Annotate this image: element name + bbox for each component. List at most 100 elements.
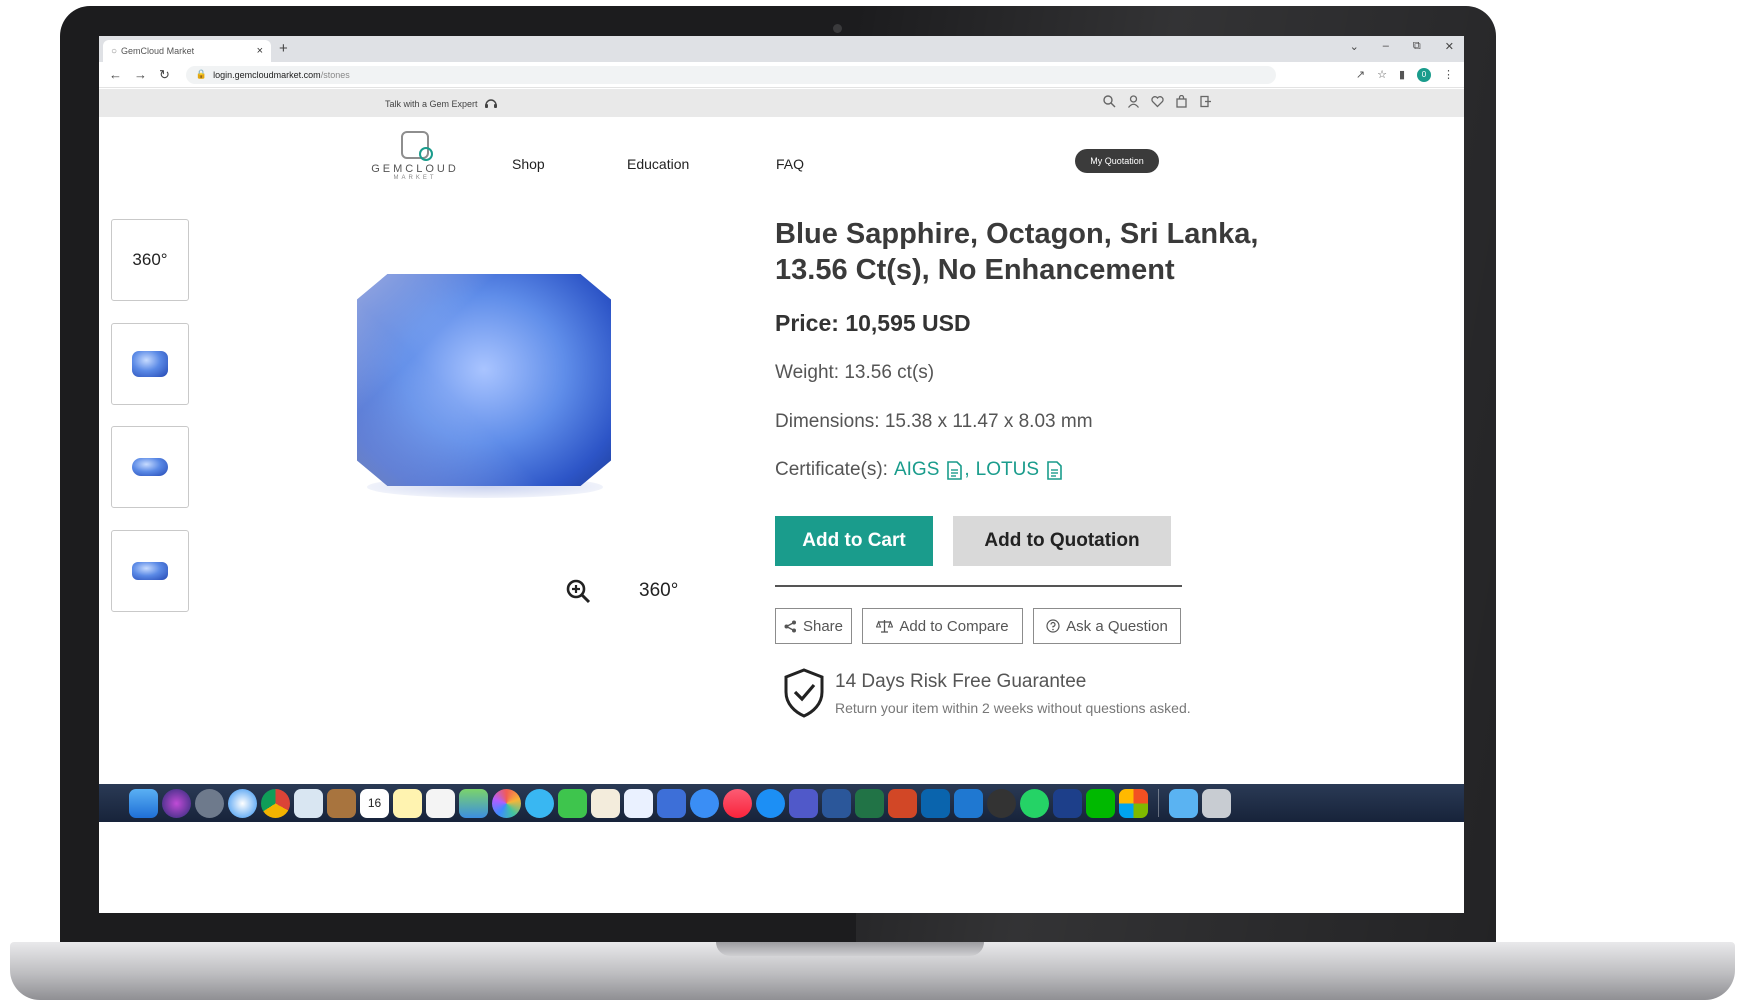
document-icon[interactable] bbox=[1047, 460, 1062, 480]
product-price: Price: 10,595 USD bbox=[775, 310, 971, 336]
thumbnail-end-view[interactable] bbox=[111, 530, 189, 612]
address-bar: ← → ↻ 🔒 login.gemcloudmarket.com /stones… bbox=[99, 62, 1464, 88]
launchpad-icon[interactable] bbox=[195, 788, 224, 818]
add-to-compare-label: Add to Compare bbox=[899, 617, 1009, 635]
add-to-cart-button[interactable]: Add to Cart bbox=[775, 516, 933, 566]
new-tab-button[interactable]: + bbox=[279, 40, 288, 57]
document-icon[interactable] bbox=[947, 460, 963, 480]
pages-icon[interactable] bbox=[591, 788, 620, 818]
notes-icon[interactable] bbox=[393, 788, 422, 818]
bookmark-star-icon[interactable]: ☆ bbox=[1377, 68, 1387, 81]
nav-faq[interactable]: FAQ bbox=[776, 156, 804, 172]
teams-icon[interactable] bbox=[789, 788, 818, 818]
certificates-line: Certificate(s): AIGS , LOTUS bbox=[775, 459, 1064, 481]
notebook-icon[interactable] bbox=[327, 788, 356, 818]
search-icon[interactable] bbox=[1103, 95, 1116, 108]
maps-icon[interactable] bbox=[459, 788, 488, 818]
user-icon[interactable] bbox=[1127, 95, 1140, 108]
headset-icon bbox=[484, 99, 497, 108]
browser-menu-icon[interactable]: ⋮ bbox=[1443, 68, 1454, 81]
gem-thumbnail-image bbox=[132, 351, 168, 377]
ask-question-button[interactable]: Ask a Question bbox=[1033, 608, 1181, 644]
close-window-icon[interactable]: ✕ bbox=[1445, 40, 1454, 53]
close-tab-icon[interactable]: × bbox=[257, 45, 263, 57]
chrome-icon[interactable] bbox=[261, 788, 290, 818]
nav-education[interactable]: Education bbox=[627, 156, 689, 172]
excel-icon[interactable] bbox=[855, 788, 884, 818]
share-icon bbox=[784, 620, 796, 632]
outlook-icon[interactable] bbox=[921, 788, 950, 818]
system-preferences-icon[interactable] bbox=[690, 788, 719, 818]
heart-icon[interactable] bbox=[1151, 95, 1164, 108]
site-navigation: GEMCLOUD MARKET Shop Education FAQ My Qu… bbox=[99, 117, 1464, 197]
gem-expert-label: Talk with a Gem Expert bbox=[385, 99, 478, 109]
trash-icon[interactable] bbox=[1202, 788, 1231, 818]
powerpoint-icon[interactable] bbox=[888, 788, 917, 818]
reminders-icon[interactable] bbox=[426, 788, 455, 818]
forward-arrow-icon[interactable]: → bbox=[134, 67, 147, 83]
thumbnail-top-view[interactable] bbox=[111, 323, 189, 405]
gem-thumbnail-image bbox=[132, 562, 168, 580]
microsoft-icon[interactable] bbox=[1119, 788, 1148, 818]
sidebar-icon[interactable]: ▮ bbox=[1399, 68, 1405, 81]
safari-icon[interactable] bbox=[228, 788, 257, 818]
minimize-icon[interactable]: – bbox=[1383, 40, 1389, 53]
gem-thumbnail-image bbox=[132, 458, 168, 476]
logout-icon[interactable] bbox=[1199, 95, 1212, 108]
messages-icon[interactable] bbox=[525, 788, 554, 818]
finder-icon[interactable] bbox=[129, 788, 158, 818]
site-top-strip: Talk with a Gem Expert bbox=[99, 89, 1464, 117]
restore-icon[interactable]: ⧉ bbox=[1413, 40, 1421, 53]
certificate-aigs-link[interactable]: AIGS bbox=[894, 459, 939, 481]
keynote-icon[interactable] bbox=[657, 788, 686, 818]
browser-tab[interactable]: ○ GemCloud Market × bbox=[103, 40, 271, 62]
gemcloud-logo[interactable]: GEMCLOUD MARKET bbox=[367, 131, 463, 181]
shopping-bag-icon[interactable] bbox=[1175, 95, 1188, 108]
dock-separator bbox=[1158, 789, 1159, 817]
share-button[interactable]: Share bbox=[775, 608, 852, 644]
product-weight: Weight: 13.56 ct(s) bbox=[775, 362, 935, 383]
add-to-compare-button[interactable]: Add to Compare bbox=[862, 608, 1023, 644]
view-360-button[interactable]: 360° bbox=[639, 580, 678, 602]
profile-avatar[interactable]: 0 bbox=[1417, 67, 1431, 82]
calendar-icon[interactable]: 16 bbox=[360, 788, 389, 818]
disk-utility-icon[interactable] bbox=[987, 788, 1016, 818]
downloads-folder-icon[interactable] bbox=[1169, 788, 1198, 818]
bluetooth-icon[interactable] bbox=[1053, 788, 1082, 818]
add-to-quotation-button[interactable]: Add to Quotation bbox=[953, 516, 1171, 566]
app-store-icon[interactable] bbox=[756, 788, 785, 818]
lock-icon: 🔒 bbox=[195, 69, 208, 79]
back-arrow-icon[interactable]: ← bbox=[109, 67, 122, 83]
url-path: /stones bbox=[320, 69, 350, 80]
share-page-icon[interactable]: ↗ bbox=[1356, 68, 1365, 81]
numbers-icon[interactable] bbox=[624, 788, 653, 818]
whatsapp-icon[interactable] bbox=[1020, 788, 1049, 818]
my-quotation-button[interactable]: My Quotation bbox=[1075, 149, 1159, 173]
zoom-in-icon[interactable] bbox=[565, 578, 591, 604]
logo-mark-icon bbox=[401, 131, 433, 161]
certificate-lotus-link[interactable]: LOTUS bbox=[976, 459, 1039, 481]
preview-icon[interactable] bbox=[294, 788, 323, 818]
facetime-icon[interactable] bbox=[558, 788, 587, 818]
balance-scale-icon bbox=[876, 620, 894, 633]
nav-shop[interactable]: Shop bbox=[512, 156, 545, 172]
product-dimensions: Dimensions: 15.38 x 11.47 x 8.03 mm bbox=[775, 411, 1093, 432]
siri-icon[interactable] bbox=[162, 788, 191, 818]
tab-search-icon[interactable]: ⌄ bbox=[1350, 40, 1359, 53]
guarantee-title: 14 Days Risk Free Guarantee bbox=[835, 671, 1087, 692]
gem-expert-link[interactable]: Talk with a Gem Expert bbox=[385, 97, 498, 111]
guarantee-subtitle: Return your item within 2 weeks without … bbox=[835, 700, 1191, 716]
shield-check-icon bbox=[784, 668, 824, 718]
onedrive-icon[interactable] bbox=[954, 788, 983, 818]
logo-subtext: MARKET bbox=[393, 175, 437, 181]
url-input[interactable]: 🔒 login.gemcloudmarket.com /stones bbox=[185, 65, 1276, 84]
word-icon[interactable] bbox=[822, 788, 851, 818]
music-icon[interactable] bbox=[723, 788, 752, 818]
photos-icon[interactable] bbox=[492, 788, 521, 818]
reload-icon[interactable]: ↻ bbox=[159, 67, 170, 83]
logo-text: GEMCLOUD bbox=[371, 163, 459, 175]
line-icon[interactable] bbox=[1086, 788, 1115, 818]
divider bbox=[775, 585, 1182, 587]
thumbnail-side-view[interactable] bbox=[111, 426, 189, 508]
thumbnail-360[interactable]: 360° bbox=[111, 219, 189, 301]
